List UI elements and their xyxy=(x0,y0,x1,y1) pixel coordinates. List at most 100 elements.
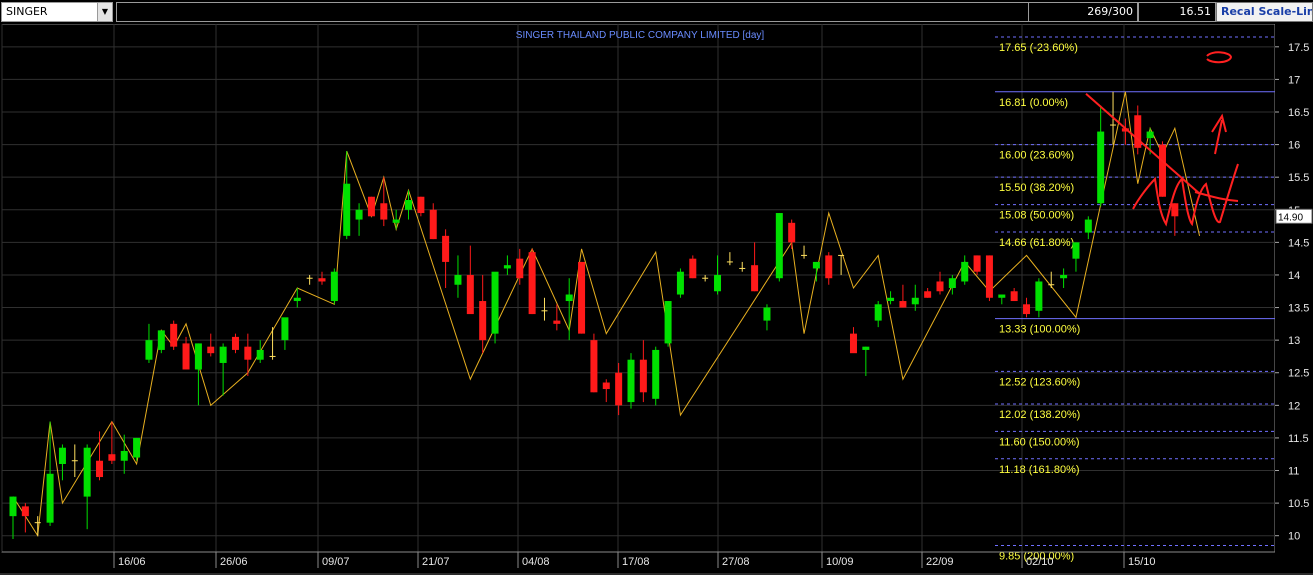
chevron-down-icon[interactable]: ▼ xyxy=(97,3,112,21)
symbol-select[interactable]: SINGER ▼ xyxy=(1,2,113,22)
candle[interactable] xyxy=(578,261,586,334)
candle-body xyxy=(318,278,326,282)
candle-body xyxy=(751,265,759,292)
candle-body xyxy=(516,258,524,279)
x-tick-label: 21/07 xyxy=(422,556,450,568)
candle-body xyxy=(973,255,981,272)
candle-body xyxy=(491,271,499,334)
candle-body xyxy=(244,346,252,360)
fib-level-label: 12.02 (138.20%) xyxy=(999,409,1080,421)
candle-body xyxy=(1146,131,1154,139)
candle-body xyxy=(281,317,289,341)
candle-body xyxy=(207,346,215,354)
candle[interactable] xyxy=(133,437,141,461)
candle-body xyxy=(182,343,190,370)
symbol-value: SINGER xyxy=(6,5,48,18)
chart-title: SINGER THAILAND PUBLIC COMPANY LIMITED [… xyxy=(516,30,765,41)
y-tick-label: 14.5 xyxy=(1288,237,1309,249)
candle[interactable] xyxy=(1158,141,1166,197)
y-tick-label: 11 xyxy=(1288,466,1299,478)
candle-body xyxy=(454,274,462,285)
y-tick-label: 16.5 xyxy=(1288,107,1309,119)
candle[interactable] xyxy=(676,268,684,298)
candle-body xyxy=(170,323,178,347)
y-tick-label: 15.5 xyxy=(1288,172,1309,184)
y-tick-label: 13.5 xyxy=(1288,303,1309,315)
candle[interactable] xyxy=(627,353,635,409)
candle-body xyxy=(46,473,54,523)
fib-level-label: 11.60 (150.00%) xyxy=(999,436,1080,448)
bar-counter: 269/300 xyxy=(1028,2,1138,22)
candle-body xyxy=(825,255,833,279)
candle-body xyxy=(565,294,573,302)
x-tick-label: 04/08 xyxy=(522,556,550,568)
candle-body xyxy=(466,274,474,315)
candle[interactable] xyxy=(528,248,536,315)
candle-body xyxy=(948,278,956,288)
candle[interactable] xyxy=(590,333,598,393)
candle[interactable] xyxy=(367,196,375,217)
plot-frame xyxy=(1,24,1276,553)
candle-body xyxy=(108,454,116,461)
last-price-box: 16.51 xyxy=(1138,2,1216,22)
x-tick-label: 09/07 xyxy=(322,556,350,568)
candle[interactable] xyxy=(652,346,660,406)
candle-body xyxy=(1023,304,1031,315)
candle[interactable] xyxy=(170,320,178,350)
x-tick-label: 27/08 xyxy=(722,556,750,568)
candle-body xyxy=(1097,131,1105,204)
candle-body xyxy=(899,301,907,308)
candle-body xyxy=(9,496,17,517)
chart-grid xyxy=(1,24,1276,553)
price-chart[interactable]: SINGER THAILAND PUBLIC COMPANY LIMITED [… xyxy=(0,24,1313,575)
candle-body xyxy=(133,437,141,458)
x-tick-label: 15/10 xyxy=(1128,556,1156,568)
candle-body xyxy=(553,320,561,324)
y-tick-label: 17.5 xyxy=(1288,42,1309,54)
recal-scale-line-button[interactable]: Recal Scale-Line xyxy=(1216,2,1313,22)
candle-body xyxy=(58,447,66,464)
candle-body xyxy=(1084,219,1092,233)
candle-body xyxy=(998,294,1006,298)
candle-body xyxy=(96,460,104,478)
candle[interactable] xyxy=(985,255,993,302)
candle-body xyxy=(849,333,857,354)
candle-body xyxy=(788,222,796,243)
candle-body xyxy=(442,235,450,262)
y-tick-label: 17 xyxy=(1288,74,1300,86)
candle-body xyxy=(763,307,771,321)
y-tick-label: 14 xyxy=(1288,270,1300,282)
candle-body xyxy=(293,297,301,302)
candle[interactable] xyxy=(157,330,165,354)
candle-body xyxy=(924,291,932,298)
candle-body xyxy=(714,274,722,292)
candle[interactable] xyxy=(689,255,697,279)
y-tick-label: 12.5 xyxy=(1288,368,1309,380)
fib-level-label: 17.65 (-23.60%) xyxy=(999,42,1078,54)
candle-body xyxy=(1035,281,1043,311)
candle[interactable] xyxy=(330,268,338,305)
y-tick-label: 11.5 xyxy=(1288,433,1309,445)
candle[interactable] xyxy=(775,213,783,282)
y-tick-label: 10.5 xyxy=(1288,498,1309,510)
x-tick-label: 26/06 xyxy=(220,556,248,568)
candle-body xyxy=(479,301,487,341)
last-close-label: 14.90 xyxy=(1278,212,1303,223)
x-tick-label: 10/09 xyxy=(826,556,854,568)
candle-body xyxy=(936,281,944,292)
fib-level-label: 12.52 (123.60%) xyxy=(999,376,1080,388)
y-tick-label: 12 xyxy=(1288,400,1300,412)
candle-body xyxy=(231,336,239,350)
fib-level-label: 15.08 (50.00%) xyxy=(999,210,1074,222)
x-tick-label: 02/10 xyxy=(1026,556,1054,568)
candle-body xyxy=(578,261,586,334)
candle-body xyxy=(615,372,623,406)
candle-body xyxy=(219,346,227,363)
candle[interactable] xyxy=(664,301,672,347)
candle[interactable] xyxy=(491,271,499,344)
candle-body xyxy=(355,209,363,220)
candle-body xyxy=(874,304,882,321)
x-tick-label: 16/06 xyxy=(118,556,146,568)
candle-body xyxy=(83,447,91,497)
candle-body xyxy=(602,382,610,390)
